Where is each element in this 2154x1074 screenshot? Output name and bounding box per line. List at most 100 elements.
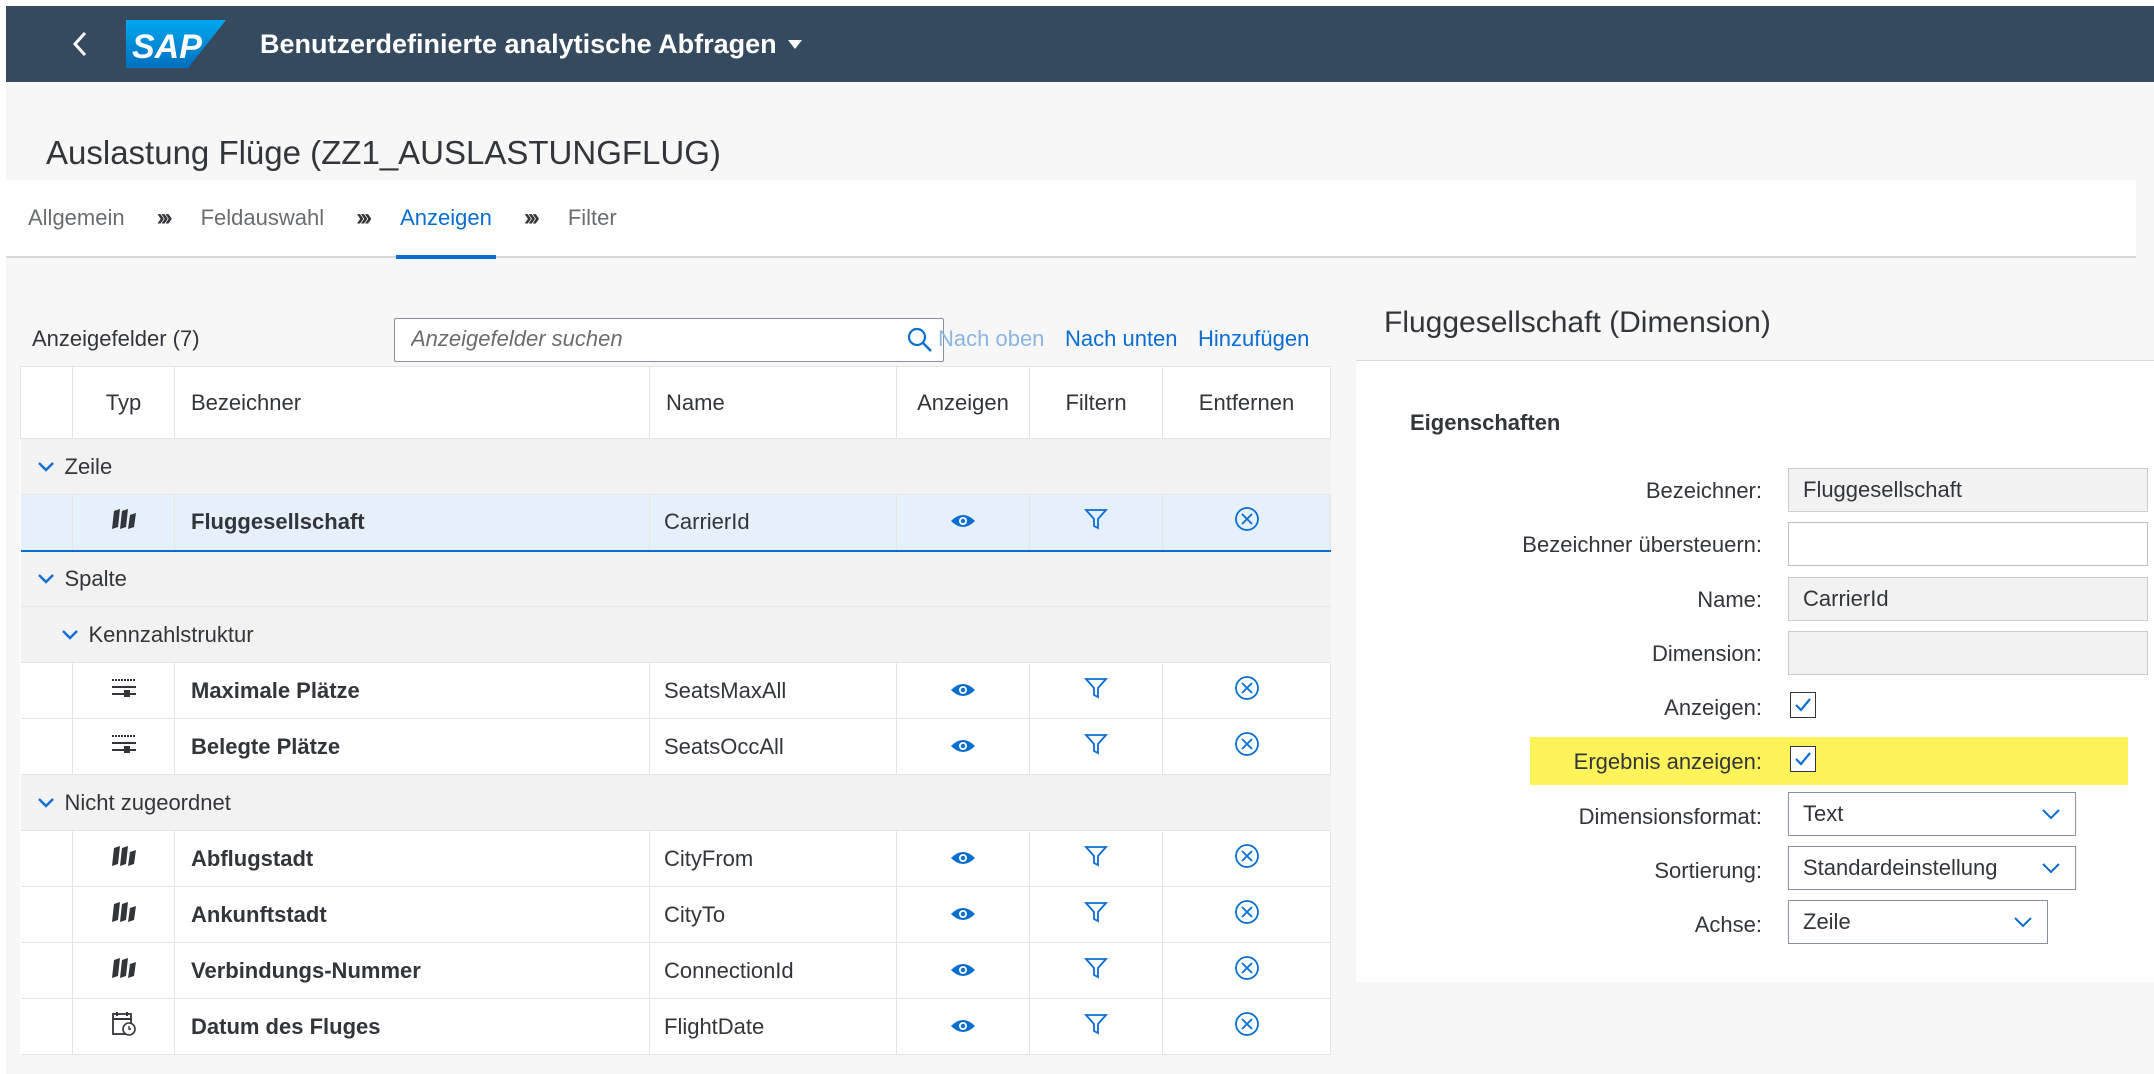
chevron-down-icon[interactable] (37, 797, 55, 809)
select-value: Zeile (1803, 909, 1851, 934)
table-row[interactable]: Abflugstadt CityFrom (20, 830, 1331, 887)
column-header-filtern: Filtern (1029, 366, 1163, 439)
group-row-spalte[interactable]: Spalte (20, 550, 1331, 607)
app-title: Benutzerdefinierte analytische Abfragen (260, 28, 777, 59)
filter-toggle[interactable] (1029, 942, 1163, 999)
chevron-down-icon (2014, 917, 2032, 928)
filter-toggle[interactable] (1029, 718, 1163, 775)
row-label: Ankunftstadt (174, 886, 650, 943)
show-toggle[interactable] (896, 830, 1030, 887)
tab-feldauswahl[interactable]: Feldauswahl (197, 179, 329, 257)
wizard-steps: Allgemein ››› Feldauswahl ››› Anzeigen ›… (6, 179, 2136, 259)
filter-icon (1083, 509, 1109, 536)
row-name: CityTo (649, 886, 897, 943)
row-label: Abflugstadt (174, 830, 650, 887)
row-name: ConnectionId (649, 942, 897, 999)
chevron-left-icon (72, 31, 87, 57)
table-row[interactable]: Fluggesellschaft CarrierId (20, 494, 1331, 552)
remove-icon (1234, 955, 1260, 986)
filter-toggle[interactable] (1029, 662, 1163, 719)
app-title-menu[interactable]: Benutzerdefinierte analytische Abfragen (260, 29, 803, 60)
eye-icon (950, 509, 976, 534)
tab-filter[interactable]: Filter (564, 179, 621, 257)
checkmark-icon (1795, 698, 1811, 712)
show-toggle[interactable] (896, 886, 1030, 943)
tab-anzeigen[interactable]: Anzeigen (396, 179, 496, 259)
remove-button[interactable] (1162, 886, 1331, 943)
remove-button[interactable] (1162, 494, 1331, 552)
group-label: Zeile (64, 453, 113, 479)
dimension-icon (110, 901, 138, 929)
label-bezeichner-uebersteuern: Bezeichner übersteuern: (1522, 532, 1762, 557)
remove-icon (1234, 675, 1260, 706)
group-row-kennzahlstruktur[interactable]: Kennzahlstruktur (20, 606, 1331, 663)
dimension-icon (110, 957, 138, 985)
remove-button[interactable] (1162, 662, 1331, 719)
table-row[interactable]: Verbindungs-Nummer ConnectionId (20, 942, 1331, 999)
filter-icon (1083, 845, 1109, 873)
show-toggle[interactable] (896, 662, 1030, 719)
group-label: Kennzahlstruktur (88, 621, 254, 647)
show-toggle[interactable] (896, 494, 1030, 552)
tab-allgemein[interactable]: Allgemein (24, 179, 129, 257)
add-button[interactable]: Hinzufügen (1198, 326, 1309, 352)
table-row[interactable]: Belegte Plätze SeatsOccAll (20, 718, 1331, 775)
row-label: Maximale Plätze (174, 662, 650, 719)
filter-toggle[interactable] (1029, 830, 1163, 887)
label-ergebnis-anzeigen: Ergebnis anzeigen: (1573, 749, 1762, 774)
move-up-button[interactable]: Nach oben (938, 326, 1044, 352)
anzeigen-checkbox[interactable] (1790, 692, 1816, 718)
remove-button[interactable] (1162, 998, 1331, 1055)
checkmark-icon (1795, 752, 1811, 766)
column-header-selector (20, 366, 73, 439)
group-row-zeile[interactable]: Zeile (20, 438, 1331, 495)
filter-icon (1083, 901, 1109, 929)
search-icon[interactable] (907, 327, 933, 358)
table-row[interactable]: Datum des Fluges FlightDate (20, 998, 1331, 1055)
show-toggle[interactable] (896, 942, 1030, 999)
dimension-icon (110, 845, 138, 873)
group-row-nicht-zugeordnet[interactable]: Nicht zugeordnet (20, 774, 1331, 831)
filter-toggle[interactable] (1029, 494, 1163, 552)
chevron-down-icon[interactable] (61, 629, 79, 641)
remove-button[interactable] (1162, 942, 1331, 999)
svg-text:SAP: SAP (132, 28, 202, 66)
eye-icon (950, 1014, 976, 1039)
display-fields-table: Typ Bezeichner Name Anzeigen Filtern Ent… (20, 366, 1331, 1055)
table-row[interactable]: Maximale Plätze SeatsMaxAll (20, 662, 1331, 719)
chevron-down-icon (2042, 863, 2060, 874)
step-separator-icon: ››› (156, 204, 173, 231)
search-field (394, 318, 944, 362)
eye-icon (950, 734, 976, 759)
remove-button[interactable] (1162, 718, 1331, 775)
dimensionsformat-select[interactable]: Text (1788, 792, 2076, 836)
column-header-anzeigen: Anzeigen (896, 366, 1030, 439)
column-header-bezeichner: Bezeichner (174, 366, 650, 439)
filter-toggle[interactable] (1029, 886, 1163, 943)
sortierung-select[interactable]: Standardeinstellung (1788, 846, 2076, 890)
ergebnis-anzeigen-checkbox[interactable] (1790, 746, 1816, 772)
show-toggle[interactable] (896, 998, 1030, 1055)
chevron-down-icon[interactable] (37, 461, 55, 473)
remove-icon (1234, 731, 1260, 762)
bezeichner-override-input[interactable] (1788, 522, 2148, 566)
shell-bar: SAP Benutzerdefinierte analytische Abfra… (6, 6, 2154, 82)
filter-icon (1083, 957, 1109, 985)
label-dimension: Dimension: (1651, 641, 1762, 666)
table-row[interactable]: Ankunftstadt CityTo (20, 886, 1331, 943)
eye-icon (950, 846, 976, 871)
show-toggle[interactable] (896, 718, 1030, 775)
label-sortierung: Sortierung: (1654, 858, 1762, 883)
move-down-button[interactable]: Nach unten (1065, 326, 1178, 352)
remove-button[interactable] (1162, 830, 1331, 887)
achse-select[interactable]: Zeile (1788, 900, 2048, 944)
back-button[interactable] (50, 6, 110, 82)
table-toolbar: Anzeigefelder (7) Nach oben Nach unten H… (20, 310, 1330, 362)
row-name: CarrierId (649, 494, 897, 552)
search-input[interactable] (411, 319, 891, 359)
row-name: FlightDate (649, 998, 897, 1055)
filter-toggle[interactable] (1029, 998, 1163, 1055)
chevron-down-icon[interactable] (37, 573, 55, 585)
step-separator-icon: ››› (523, 204, 540, 231)
eye-icon (950, 678, 976, 703)
